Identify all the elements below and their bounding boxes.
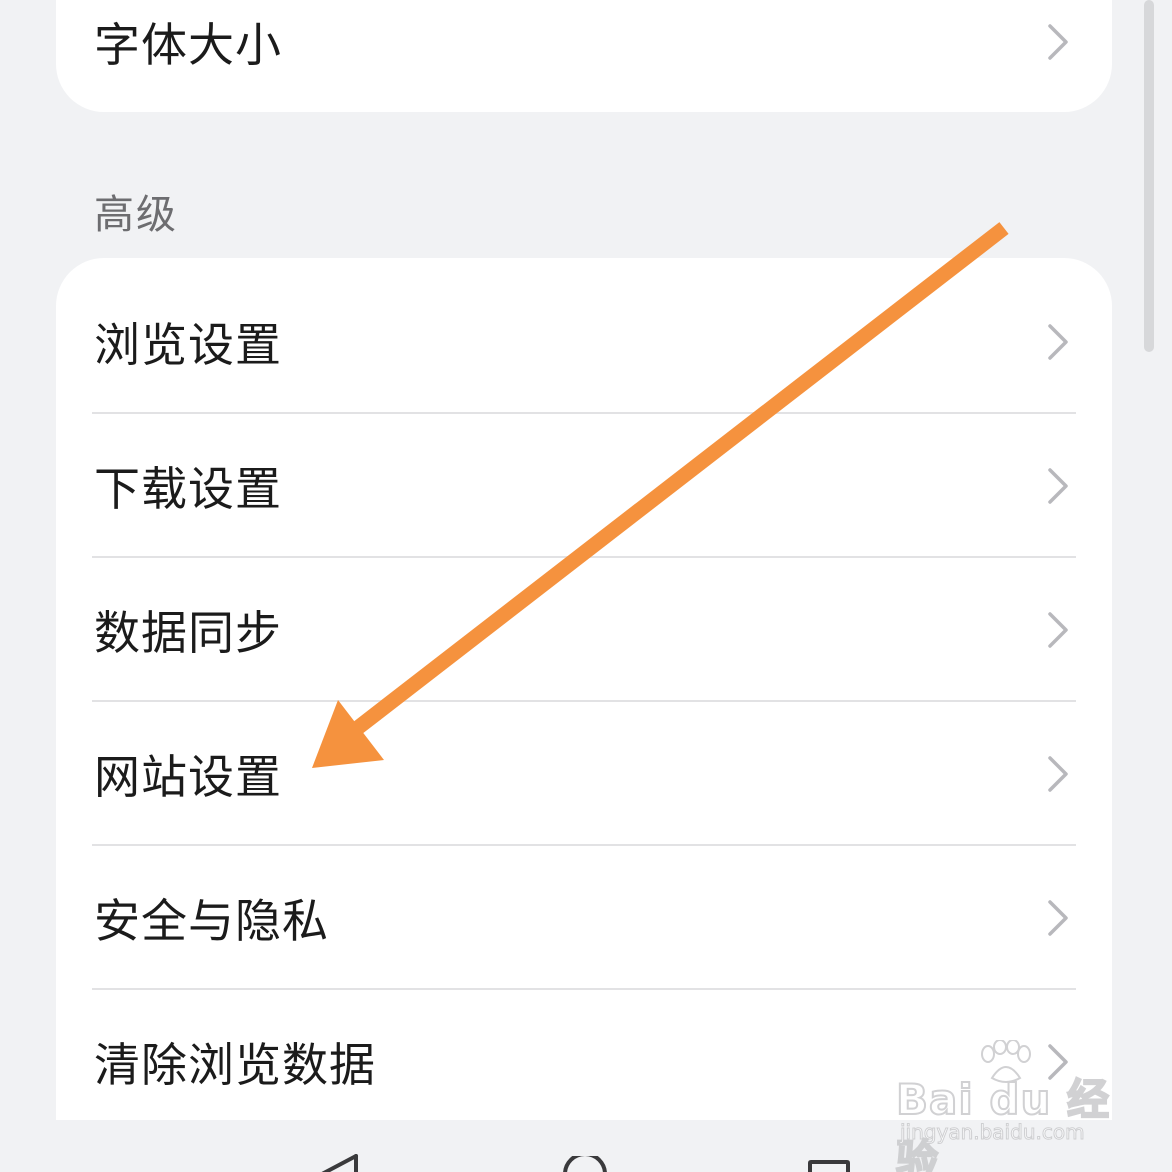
recents-icon[interactable] [806, 1160, 852, 1172]
clear-browsing-data-label: 清除浏览数据 [94, 1038, 376, 1092]
data-sync-row[interactable]: 数据同步 [56, 558, 1112, 702]
download-settings-label: 下载设置 [94, 462, 282, 516]
browse-settings-row[interactable]: 浏览设置 [56, 270, 1112, 414]
settings-screen: 字体大小 高级 浏览设置 下载设置 数据同步 网站设置 安全与隐私 清除浏览数据… [0, 0, 1172, 1172]
advanced-section-header: 高级 [94, 192, 178, 238]
website-settings-row[interactable]: 网站设置 [56, 702, 1112, 846]
security-privacy-label: 安全与隐私 [94, 894, 329, 948]
download-settings-row[interactable]: 下载设置 [56, 414, 1112, 558]
home-icon[interactable] [561, 1156, 609, 1172]
font-size-label: 字体大小 [94, 18, 282, 72]
watermark-url: jingyan.baidu.com [900, 1120, 1086, 1145]
security-privacy-row[interactable]: 安全与隐私 [56, 846, 1112, 990]
website-settings-label: 网站设置 [94, 750, 282, 804]
watermark-brand: Bai du 经验 [895, 1074, 1110, 1172]
chevron-right-icon [1048, 24, 1068, 60]
back-icon[interactable] [318, 1154, 362, 1172]
display-settings-card: 字体大小 [56, 0, 1112, 112]
chevron-right-icon [1048, 756, 1068, 792]
baidu-watermark: Bai du 经验 jingyan.baidu.com [895, 1040, 1116, 1172]
chevron-right-icon [1048, 468, 1068, 504]
scrollbar[interactable] [1144, 0, 1154, 352]
font-size-row[interactable]: 字体大小 [56, 0, 1112, 112]
data-sync-label: 数据同步 [94, 606, 282, 660]
browse-settings-label: 浏览设置 [94, 318, 282, 372]
chevron-right-icon [1048, 900, 1068, 936]
chevron-right-icon [1048, 612, 1068, 648]
advanced-settings-card: 浏览设置 下载设置 数据同步 网站设置 安全与隐私 清除浏览数据 [56, 258, 1112, 1128]
chevron-right-icon [1048, 324, 1068, 360]
